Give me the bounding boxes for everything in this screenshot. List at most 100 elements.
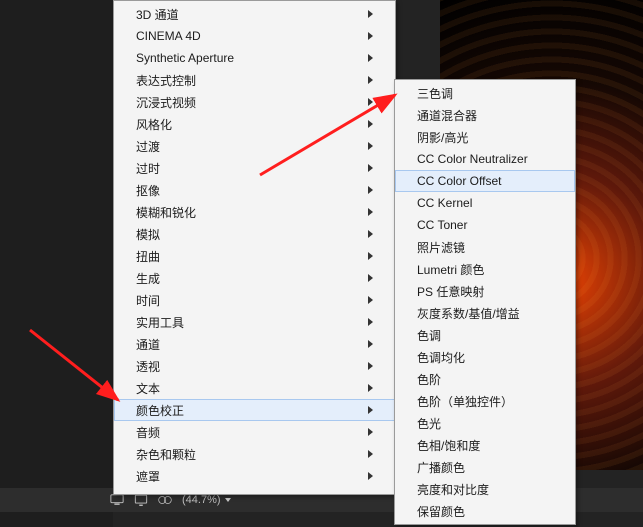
- color-correction-item-label: 亮度和对比度: [417, 481, 553, 498]
- color-correction-item-label: 灰度系数/基值/增益: [417, 305, 553, 322]
- color-correction-item[interactable]: 通道混合器: [395, 104, 575, 126]
- effects-category-item[interactable]: 透视: [114, 355, 395, 377]
- effects-category-item-label: 时间: [136, 292, 360, 309]
- effects-category-item-label: 透视: [136, 358, 360, 375]
- effects-category-item[interactable]: 风格化: [114, 113, 395, 135]
- color-correction-item[interactable]: CC Color Offset: [395, 170, 575, 192]
- mask-icon[interactable]: [158, 493, 172, 507]
- effects-category-item[interactable]: CINEMA 4D: [114, 25, 395, 47]
- effects-category-item[interactable]: 音频: [114, 421, 395, 443]
- color-correction-item-label: 阴影/高光: [417, 129, 553, 146]
- submenu-arrow-icon: [368, 76, 373, 84]
- color-correction-submenu[interactable]: 三色调通道混合器阴影/高光 CC Color NeutralizerCC Colo…: [394, 79, 576, 525]
- color-correction-item[interactable]: 色调: [395, 324, 575, 346]
- effects-category-menu[interactable]: 3D 通道CINEMA 4D Synthetic Aperture 表达式控制沉浸式…: [113, 0, 396, 495]
- effects-category-item[interactable]: 模拟: [114, 223, 395, 245]
- effects-category-item[interactable]: 杂色和颗粒: [114, 443, 395, 465]
- effects-category-item-label: 模糊和锐化: [136, 204, 360, 221]
- effects-category-item-label: 实用工具: [136, 314, 360, 331]
- color-correction-item[interactable]: 色阶（单独控件）: [395, 390, 575, 412]
- effects-category-item[interactable]: 实用工具: [114, 311, 395, 333]
- color-correction-item-label: 色阶（单独控件）: [417, 393, 553, 410]
- color-correction-item[interactable]: 照片滤镜: [395, 236, 575, 258]
- zoom-level[interactable]: (44.7%): [182, 494, 221, 506]
- effects-category-item[interactable]: 生成: [114, 267, 395, 289]
- submenu-arrow-icon: [368, 384, 373, 392]
- submenu-arrow-icon: [368, 318, 373, 326]
- effects-category-item-label: Synthetic Aperture: [136, 51, 360, 65]
- effects-category-item[interactable]: 过渡: [114, 135, 395, 157]
- effects-category-item-label: 风格化: [136, 116, 360, 133]
- color-correction-item[interactable]: CC Kernel: [395, 192, 575, 214]
- effects-category-item[interactable]: 3D 通道: [114, 3, 395, 25]
- effects-category-item-label: 遮罩: [136, 468, 360, 485]
- effects-category-item[interactable]: 时间: [114, 289, 395, 311]
- submenu-arrow-icon: [368, 10, 373, 18]
- color-correction-item[interactable]: 色相/饱和度: [395, 434, 575, 456]
- color-correction-item-label: CC Kernel: [417, 196, 553, 210]
- effects-category-item[interactable]: 遮罩: [114, 465, 395, 487]
- effects-category-item-label: 通道: [136, 336, 360, 353]
- color-correction-item-label: Lumetri 颜色: [417, 261, 553, 278]
- submenu-arrow-icon: [368, 208, 373, 216]
- color-correction-item-label: 色调: [417, 327, 553, 344]
- effects-category-item-label: 过渡: [136, 138, 360, 155]
- effects-category-item-label: 颜色校正: [136, 402, 360, 419]
- submenu-arrow-icon: [368, 186, 373, 194]
- color-correction-item-label: 照片滤镜: [417, 239, 553, 256]
- color-correction-item-label: 通道混合器: [417, 107, 553, 124]
- effects-category-item-label: 抠像: [136, 182, 360, 199]
- color-correction-item-label: PS 任意映射: [417, 283, 553, 300]
- effects-category-item-label: 生成: [136, 270, 360, 287]
- submenu-arrow-icon: [368, 428, 373, 436]
- effects-category-item-label: 文本: [136, 380, 360, 397]
- effects-category-item-label: 扭曲: [136, 248, 360, 265]
- color-correction-item-label: CC Toner: [417, 218, 553, 232]
- color-correction-item[interactable]: 色光: [395, 412, 575, 434]
- effects-category-item-label: 杂色和颗粒: [136, 446, 360, 463]
- submenu-arrow-icon: [368, 120, 373, 128]
- submenu-arrow-icon: [368, 230, 373, 238]
- monitor-icon[interactable]: [110, 493, 124, 507]
- effects-category-item[interactable]: 过时: [114, 157, 395, 179]
- color-correction-item[interactable]: 灰度系数/基值/增益: [395, 302, 575, 324]
- submenu-arrow-icon: [368, 362, 373, 370]
- submenu-arrow-icon: [368, 252, 373, 260]
- effects-category-item-label: 过时: [136, 160, 360, 177]
- color-correction-item-label: 广播颜色: [417, 459, 553, 476]
- effects-category-item-label: 模拟: [136, 226, 360, 243]
- effects-category-item[interactable]: 扭曲: [114, 245, 395, 267]
- effects-category-item[interactable]: 模糊和锐化: [114, 201, 395, 223]
- display-icon[interactable]: [134, 493, 148, 507]
- color-correction-item[interactable]: Lumetri 颜色: [395, 258, 575, 280]
- submenu-arrow-icon: [368, 98, 373, 106]
- effects-category-item[interactable]: 沉浸式视频: [114, 91, 395, 113]
- effects-category-item[interactable]: 表达式控制: [114, 69, 395, 91]
- effects-category-item[interactable]: 文本: [114, 377, 395, 399]
- submenu-arrow-icon: [368, 274, 373, 282]
- color-correction-item[interactable]: PS 任意映射: [395, 280, 575, 302]
- color-correction-item[interactable]: 三色调: [395, 82, 575, 104]
- effects-category-item[interactable]: 颜色校正: [114, 399, 395, 421]
- submenu-arrow-icon: [368, 32, 373, 40]
- effects-category-item[interactable]: Synthetic Aperture: [114, 47, 395, 69]
- color-correction-item[interactable]: CC Toner: [395, 214, 575, 236]
- color-correction-item[interactable]: 色调均化: [395, 346, 575, 368]
- color-correction-item[interactable]: 保留颜色: [395, 500, 575, 522]
- timeline-left-strip: [0, 0, 113, 527]
- effects-category-item-label: 沉浸式视频: [136, 94, 360, 111]
- color-correction-item[interactable]: 亮度和对比度: [395, 478, 575, 500]
- color-correction-item[interactable]: CC Color Neutralizer: [395, 148, 575, 170]
- color-correction-item-label: 色光: [417, 415, 553, 432]
- effects-category-item[interactable]: 通道: [114, 333, 395, 355]
- color-correction-item[interactable]: 广播颜色: [395, 456, 575, 478]
- submenu-arrow-icon: [368, 472, 373, 480]
- color-correction-item[interactable]: 色阶: [395, 368, 575, 390]
- color-correction-item[interactable]: 阴影/高光: [395, 126, 575, 148]
- submenu-arrow-icon: [368, 450, 373, 458]
- effects-category-item[interactable]: 抠像: [114, 179, 395, 201]
- zoom-dropdown-icon[interactable]: [225, 498, 231, 502]
- submenu-arrow-icon: [368, 164, 373, 172]
- submenu-arrow-icon: [368, 340, 373, 348]
- color-correction-item-label: 三色调: [417, 85, 553, 102]
